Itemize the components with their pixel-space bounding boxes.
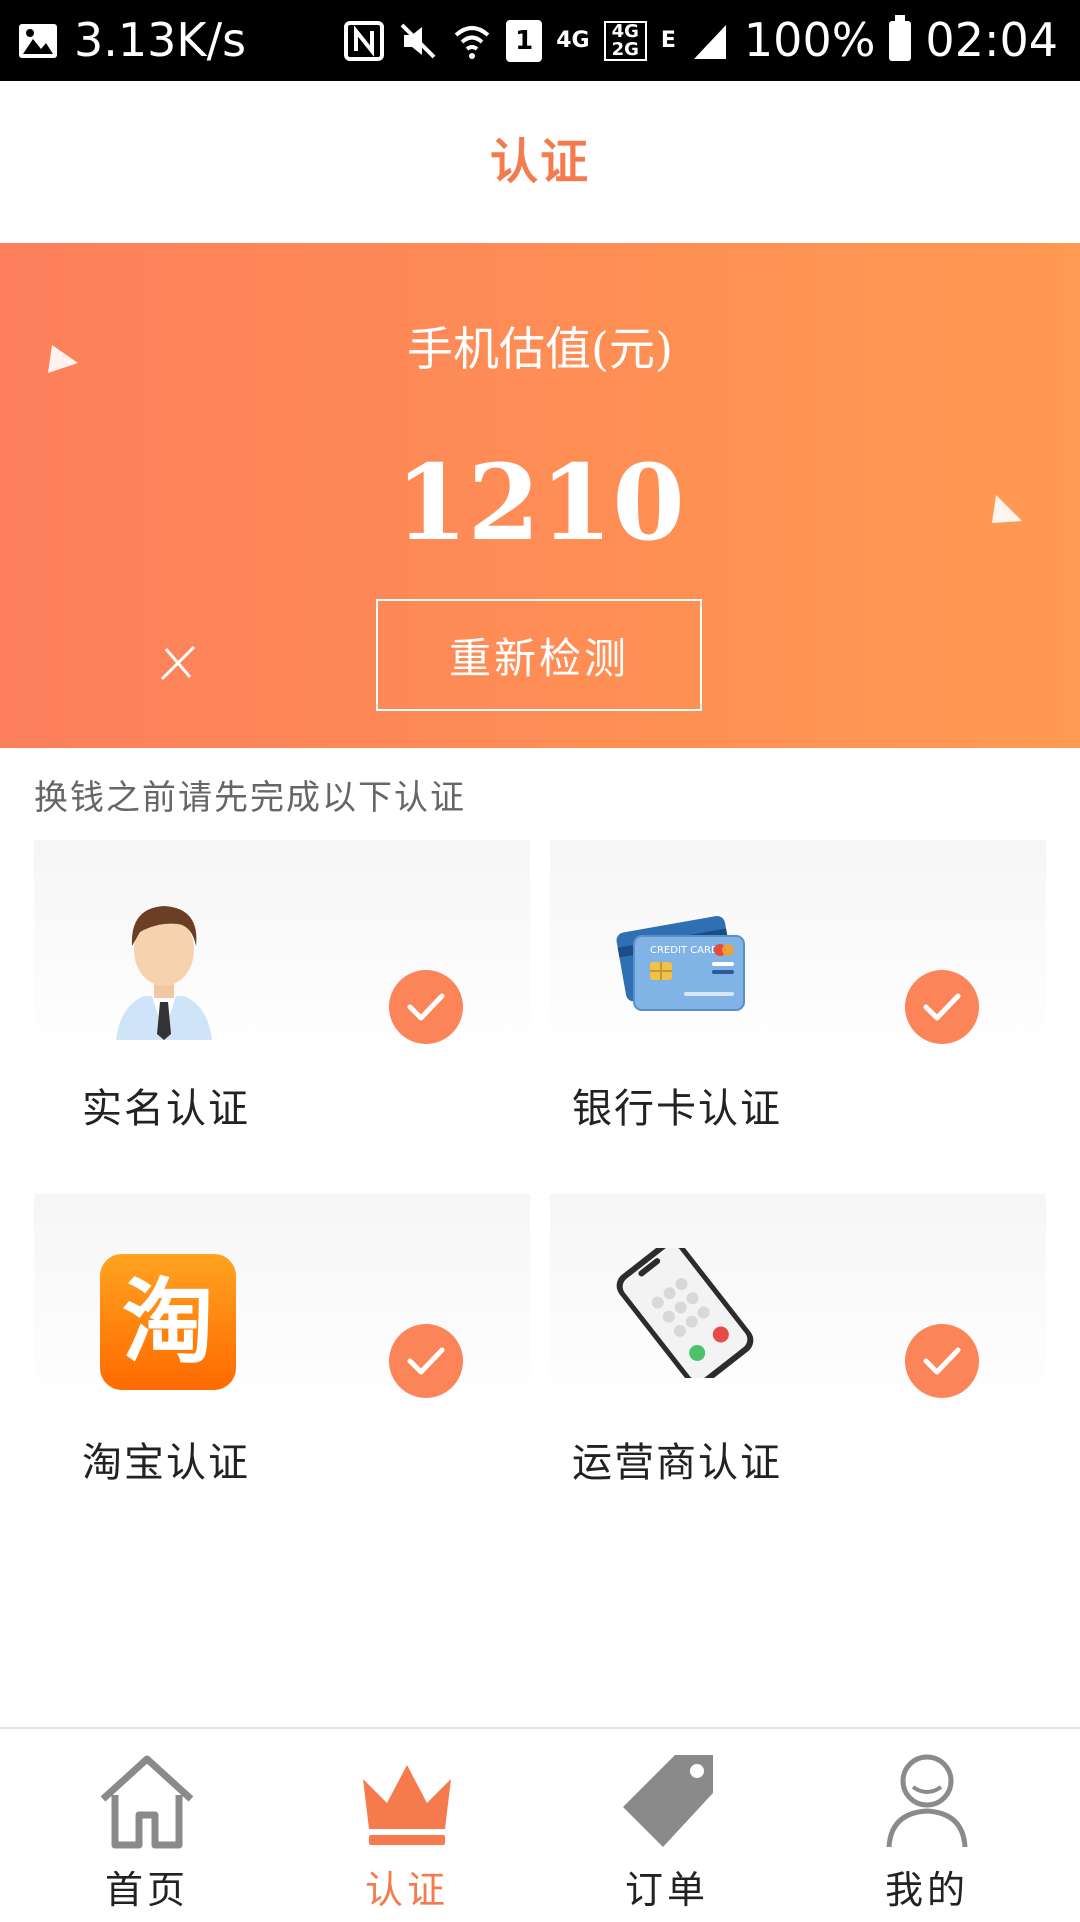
wifi-icon — [454, 25, 490, 59]
valuation-value: 1210 — [395, 441, 685, 564]
valuation-label: 手机估值(元) — [407, 322, 673, 376]
gallery-notification-icon — [19, 23, 57, 58]
mute-icon — [400, 23, 436, 58]
user-icon — [886, 1754, 968, 1848]
network-e: E — [660, 28, 676, 53]
credit-card-icon: CREDIT CARD — [616, 916, 745, 1011]
page-title: 认证 — [489, 134, 590, 190]
crown-icon — [363, 1765, 451, 1845]
verified-check-icon — [389, 1324, 463, 1398]
tag-icon — [623, 1755, 713, 1847]
valuation-banner: 手机估值(元) 1210 重新检测 — [0, 243, 1080, 748]
card-bank-card-verification[interactable]: CREDIT CARD 银行卡认证 — [550, 840, 1046, 1132]
network-speed: 3.13K/s — [74, 13, 247, 67]
card-label: 淘宝认证 — [82, 1440, 250, 1486]
nav-label: 认证 — [364, 1868, 449, 1912]
network-4g2g-badge: 4G 2G — [603, 20, 647, 61]
home-icon — [100, 1755, 194, 1849]
verified-check-icon — [389, 970, 463, 1044]
taobao-logo-icon: 淘 — [100, 1254, 236, 1390]
bottom-nav: 首页 认证 订单 我的 — [0, 1727, 1080, 1920]
taobao-logo-text: 淘 — [122, 1269, 214, 1376]
section-hint: 换钱之前请先完成以下认证 — [34, 778, 466, 818]
card-label: 实名认证 — [82, 1086, 250, 1132]
network-4g2g-bottom: 2G — [611, 38, 639, 60]
recheck-button[interactable]: 重新检测 — [376, 599, 702, 711]
smartphone-icon — [616, 1248, 754, 1378]
nav-item-home[interactable]: 首页 — [12, 1729, 282, 1922]
nav-item-profile[interactable]: 我的 — [792, 1729, 1062, 1922]
card-carrier-verification[interactable]: 运营商认证 — [550, 1194, 1046, 1486]
nfc-icon — [344, 20, 385, 61]
sim-number-badge: 1 — [506, 19, 543, 62]
nav-label: 订单 — [624, 1868, 709, 1912]
network-4g: 4G — [556, 28, 590, 53]
battery-percent: 100% — [743, 13, 876, 67]
verified-check-icon — [905, 970, 979, 1044]
nav-label: 首页 — [104, 1868, 189, 1912]
verified-check-icon — [905, 1324, 979, 1398]
person-avatar-icon — [116, 906, 212, 1040]
status-bar: 3.13K/s 1 4G 4G 2G E 100% 02:04 — [0, 0, 1080, 81]
card-label: 运营商认证 — [572, 1440, 782, 1486]
card-real-name-verification[interactable]: 实名认证 — [34, 840, 530, 1132]
signal-icon — [693, 24, 726, 59]
network-4g2g-top: 4G — [611, 20, 639, 42]
nav-label: 我的 — [884, 1868, 969, 1912]
clock: 02:04 — [925, 13, 1058, 67]
nav-item-verification[interactable]: 认证 — [272, 1729, 542, 1922]
card-label: 银行卡认证 — [572, 1086, 782, 1132]
credit-card-text: CREDIT CARD — [650, 945, 719, 956]
cross-decoration-icon — [160, 645, 196, 681]
card-taobao-verification[interactable]: 淘 淘宝认证 — [34, 1194, 530, 1486]
battery-icon — [889, 14, 912, 61]
page-header: 认证 — [0, 81, 1080, 243]
nav-item-orders[interactable]: 订单 — [532, 1729, 802, 1922]
